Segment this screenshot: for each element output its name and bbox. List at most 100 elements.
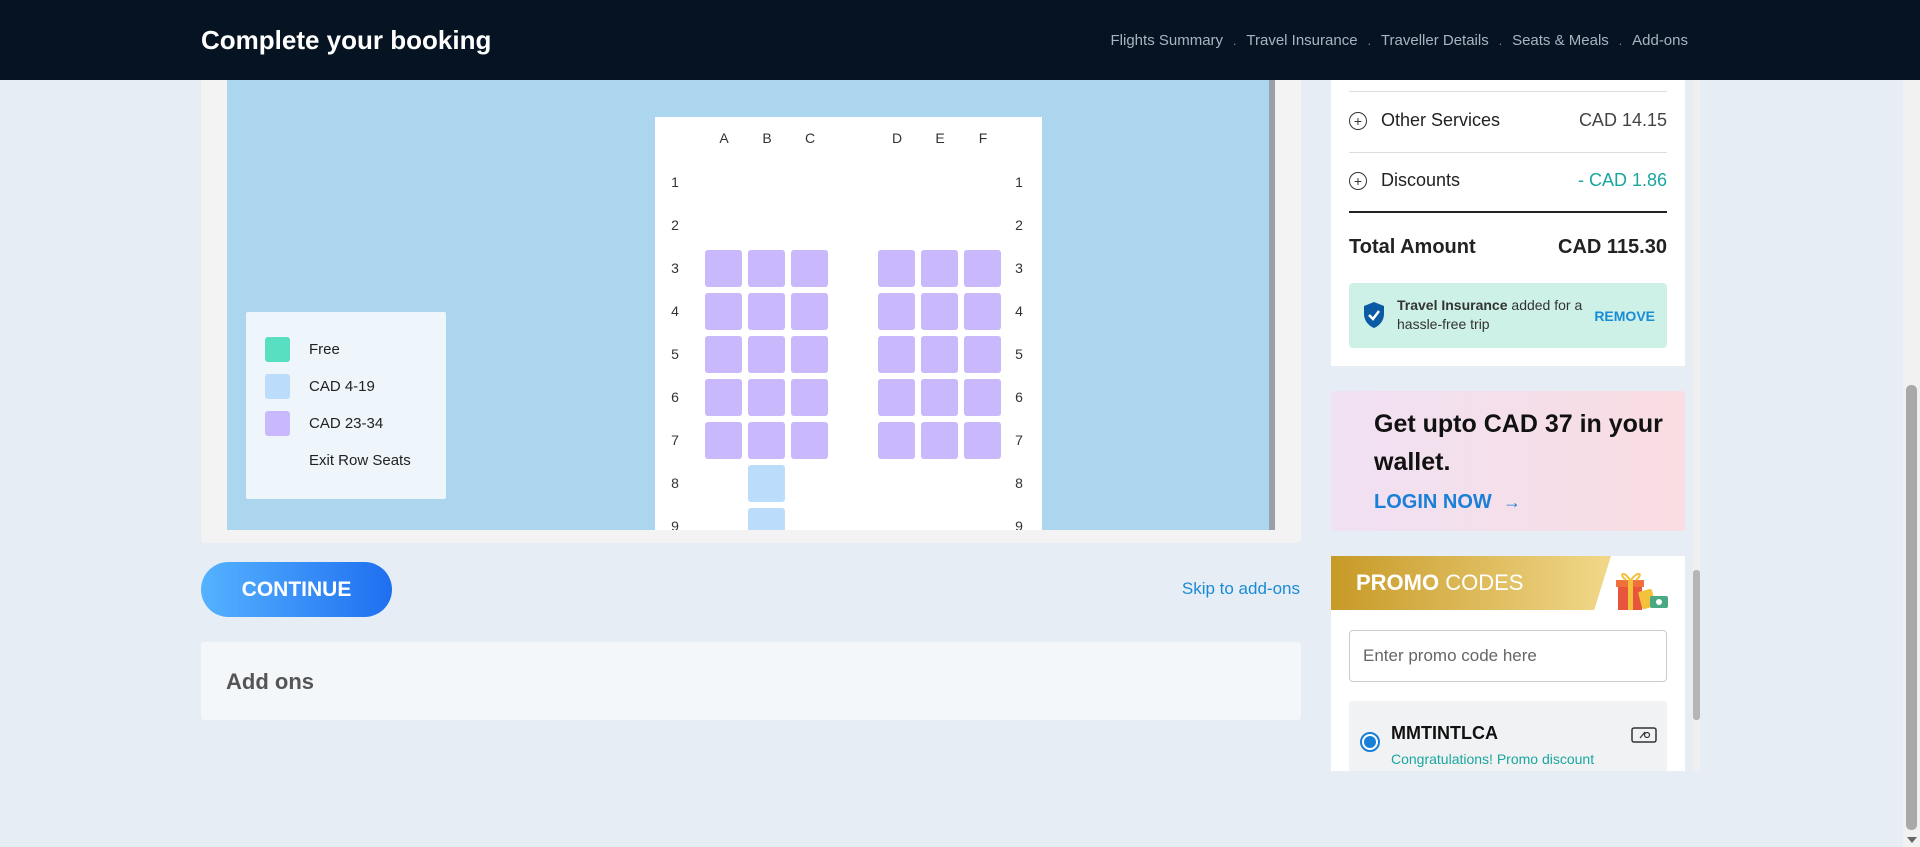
step-travel-insurance[interactable]: Travel Insurance <box>1246 32 1357 49</box>
seat-4D[interactable] <box>878 293 915 330</box>
step-separator: . <box>1367 33 1371 48</box>
promo-title-rest: CODES <box>1439 570 1524 595</box>
step-separator: . <box>1618 33 1623 48</box>
login-now-link[interactable]: LOGIN NOW <box>1374 491 1492 514</box>
seat-row-number: 5 <box>671 346 679 362</box>
insurance-title: Travel Insurance <box>1397 297 1508 313</box>
seat-6F[interactable] <box>964 379 1001 416</box>
fare-label: Discounts <box>1381 170 1461 190</box>
seat-column-header: D <box>891 130 903 146</box>
seat-row-number: 8 <box>1015 475 1023 491</box>
seat-8B[interactable] <box>748 465 785 502</box>
seat-5A[interactable] <box>705 336 742 373</box>
seat-3E[interactable] <box>921 250 958 287</box>
seat-7B[interactable] <box>748 422 785 459</box>
seat-legend: Free CAD 4-19 CAD 23-34 Exit Row Seats <box>246 312 446 499</box>
seat-7F[interactable] <box>964 422 1001 459</box>
seat-row-number: 1 <box>1015 174 1023 190</box>
skip-to-addons-link[interactable]: Skip to add-ons <box>1182 579 1300 599</box>
seat-5B[interactable] <box>748 336 785 373</box>
insurance-text: Travel Insurance added for a hassle-free… <box>1397 296 1587 334</box>
fare-summary-card: + Other Services CAD 14.15 + Discounts -… <box>1331 80 1685 366</box>
seat-6D[interactable] <box>878 379 915 416</box>
step-seats-meals[interactable]: Seats & Meals <box>1512 32 1609 49</box>
seat-3F[interactable] <box>964 250 1001 287</box>
step-add-ons[interactable]: Add-ons <box>1632 32 1688 49</box>
seat-3B[interactable] <box>748 250 785 287</box>
seat-row-number: 8 <box>671 475 679 491</box>
scroll-down-arrow-icon[interactable] <box>1907 837 1917 843</box>
fare-amount: CAD 14.15 <box>1578 110 1667 130</box>
step-flights-summary[interactable]: Flights Summary <box>1111 32 1224 49</box>
seat-column-header: A <box>719 130 729 146</box>
seat-row-number: 2 <box>1015 217 1023 233</box>
seat-5E[interactable] <box>921 336 958 373</box>
seat-column-header: B <box>762 130 772 146</box>
seat-row-number: 7 <box>671 432 679 448</box>
ticket-icon <box>1631 727 1657 743</box>
insurance-added-box: Travel Insurance added for a hassle-free… <box>1349 283 1667 348</box>
expand-plus-icon[interactable]: + <box>1349 171 1367 190</box>
page-scrollbar[interactable] <box>1903 0 1920 847</box>
legend-swatch-exit <box>265 448 290 473</box>
promo-title-bold: PROMO <box>1356 570 1440 595</box>
seat-9B[interactable] <box>748 508 785 530</box>
seat-5D[interactable] <box>878 336 915 373</box>
seat-row-number: 6 <box>1015 389 1023 405</box>
seat-row-number: 9 <box>671 518 679 530</box>
promo-title: PROMO CODES <box>1356 570 1523 596</box>
top-header: Complete your booking Flights Summary . … <box>0 0 1920 80</box>
seat-3A[interactable] <box>705 250 742 287</box>
booking-steps: Flights Summary . Travel Insurance . Tra… <box>1111 32 1688 49</box>
legend-item-cad-4-19: CAD 4-19 <box>265 374 375 399</box>
seat-row-number: 4 <box>671 303 679 319</box>
seat-4F[interactable] <box>964 293 1001 330</box>
expand-plus-icon[interactable]: + <box>1349 111 1367 130</box>
seat-4B[interactable] <box>748 293 785 330</box>
gift-icon <box>1608 564 1668 618</box>
seat-6C[interactable] <box>791 379 828 416</box>
seat-3C[interactable] <box>791 250 828 287</box>
seat-4C[interactable] <box>791 293 828 330</box>
seat-6A[interactable] <box>705 379 742 416</box>
seat-row-number: 6 <box>671 389 679 405</box>
promo-option-mmtintlca[interactable]: MMTINTLCA Congratulations! Promo discoun… <box>1349 701 1667 771</box>
seat-5C[interactable] <box>791 336 828 373</box>
seat-5F[interactable] <box>964 336 1001 373</box>
fare-row-other-services[interactable]: + Other Services CAD 14.15 <box>1349 110 1667 131</box>
legend-label: CAD 4-19 <box>309 378 375 395</box>
sidebar-scroll-thumb[interactable] <box>1693 570 1700 720</box>
seat-column-header: F <box>978 130 988 146</box>
promo-code-input[interactable] <box>1349 630 1667 682</box>
seat-7C[interactable] <box>791 422 828 459</box>
total-label: Total Amount <box>1349 236 1476 258</box>
wallet-headline: Get upto CAD 37 in your wallet. <box>1374 410 1663 476</box>
seat-7D[interactable] <box>878 422 915 459</box>
seat-row-number: 5 <box>1015 346 1023 362</box>
seat-row-number: 1 <box>671 174 679 190</box>
seat-7A[interactable] <box>705 422 742 459</box>
seat-map-card: Free CAD 4-19 CAD 23-34 Exit Row Seats A… <box>201 80 1301 543</box>
legend-label: Free <box>309 341 340 358</box>
seat-7E[interactable] <box>921 422 958 459</box>
arrow-right-icon[interactable]: → <box>1503 492 1521 513</box>
promo-codes-card: PROMO CODES MMTINTLCA Congratulations! P… <box>1331 556 1685 771</box>
seat-4E[interactable] <box>921 293 958 330</box>
step-traveller-details[interactable]: Traveller Details <box>1381 32 1489 49</box>
legend-swatch-free <box>265 337 290 362</box>
addons-section[interactable]: Add ons <box>201 642 1301 720</box>
seat-3D[interactable] <box>878 250 915 287</box>
page-scroll-thumb[interactable] <box>1906 385 1917 830</box>
seat-4A[interactable] <box>705 293 742 330</box>
seat-row-number: 2 <box>671 217 679 233</box>
continue-button[interactable]: CONTINUE <box>201 562 392 617</box>
fare-row-discounts[interactable]: + Discounts - CAD 1.86 <box>1349 170 1667 191</box>
remove-insurance-button[interactable]: REMOVE <box>1594 308 1655 324</box>
seat-6B[interactable] <box>748 379 785 416</box>
seat-6E[interactable] <box>921 379 958 416</box>
sidebar-scrollbar[interactable] <box>1693 80 1700 771</box>
promo-radio-selected[interactable] <box>1360 732 1380 752</box>
fare-label: Other Services <box>1381 110 1501 130</box>
divider <box>1349 91 1667 92</box>
seat-row-number: 7 <box>1015 432 1023 448</box>
